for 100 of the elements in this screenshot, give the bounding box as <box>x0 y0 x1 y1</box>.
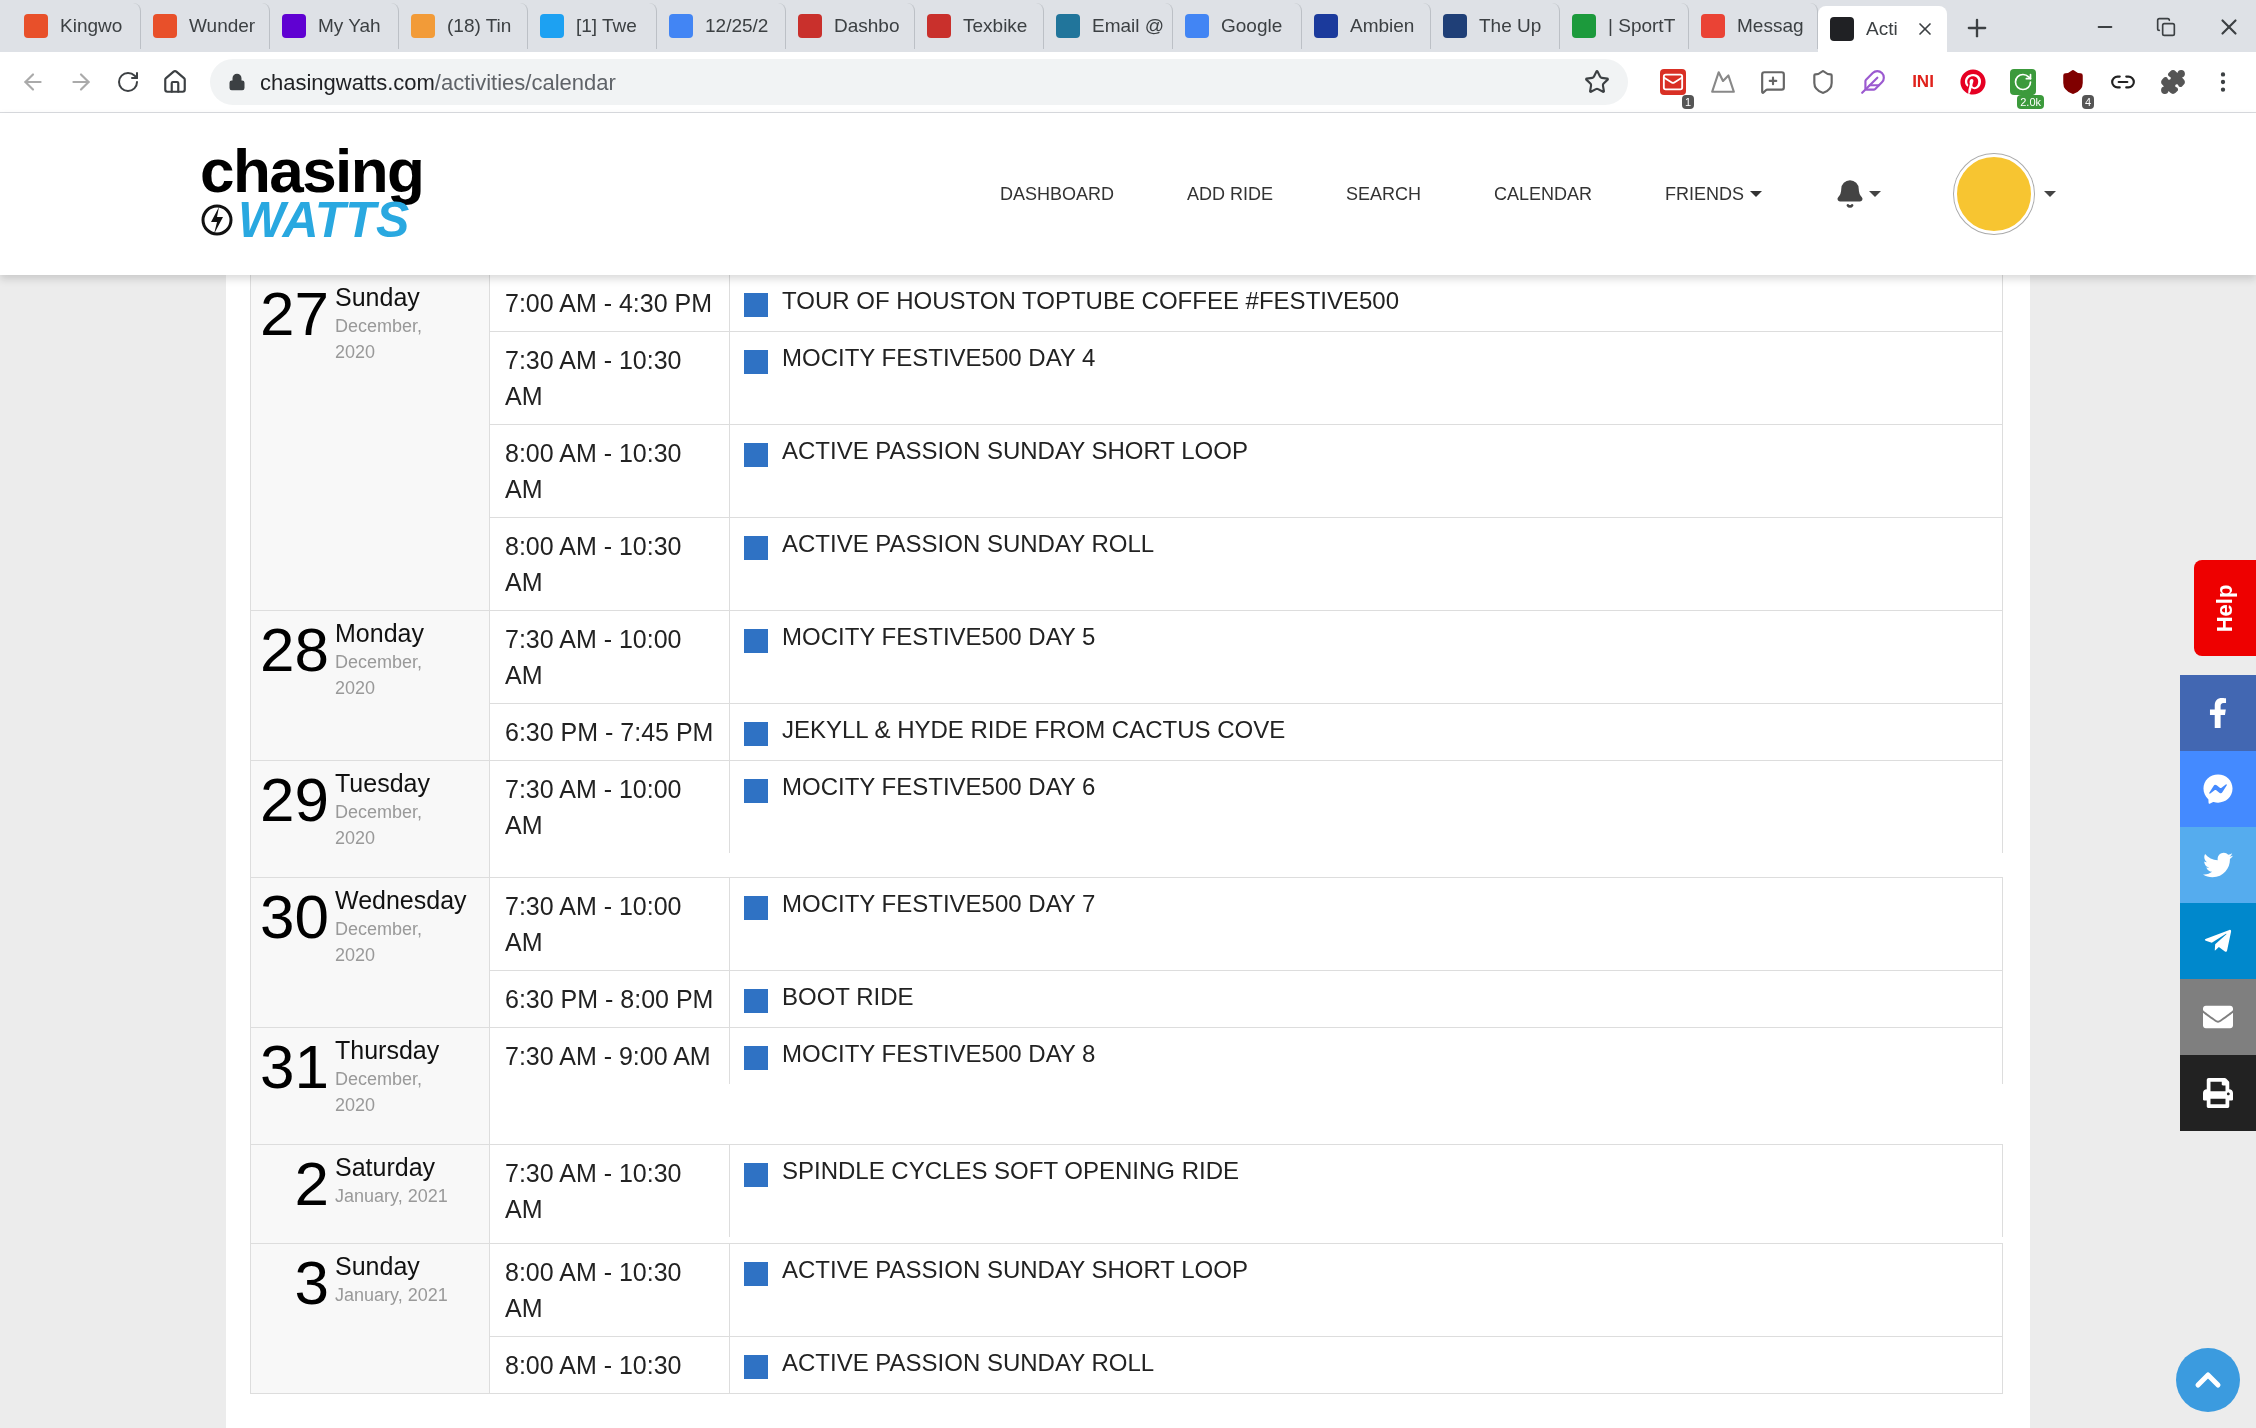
reload-icon[interactable] <box>116 70 140 94</box>
extension-badge: 2.0k <box>2017 95 2044 109</box>
feather-icon[interactable] <box>1860 69 1886 95</box>
event-title[interactable]: ACTIVE PASSION SUNDAY SHORT LOOP <box>782 435 1248 467</box>
email-share-button[interactable] <box>2180 979 2256 1055</box>
tab-title: The Up <box>1479 13 1542 38</box>
caret-icon <box>2044 191 2056 197</box>
month-year: December, 2020 <box>335 651 424 700</box>
event-title[interactable]: JEKYLL & HYDE RIDE FROM CACTUS COVE <box>782 714 1286 746</box>
time-cell: 8:00 AM - 10:30 AM <box>490 1244 730 1336</box>
extension-badge: 4 <box>2081 95 2094 109</box>
event-marker <box>744 779 768 803</box>
day-number: 28 <box>259 617 330 683</box>
restore-icon[interactable] <box>2156 17 2176 37</box>
browser-tab[interactable]: Acti <box>1818 6 1947 52</box>
month-year: January, 2021 <box>335 1185 449 1208</box>
event-marker <box>744 1163 768 1187</box>
month-year: December, 2020 <box>335 918 424 967</box>
month-year: December, 2020 <box>335 1068 424 1117</box>
browser-tab[interactable]: | SportT <box>1560 3 1689 49</box>
nav-link[interactable]: CALENDAR <box>1493 180 1592 208</box>
mail-icon[interactable] <box>1660 69 1686 95</box>
event-title[interactable]: BOOT RIDE <box>782 981 914 1013</box>
browser-tab[interactable]: Kingwo <box>12 3 141 49</box>
caret-icon <box>1869 191 1881 197</box>
day-number: 30 <box>259 884 330 950</box>
shield-icon[interactable] <box>2060 69 2086 95</box>
event-title[interactable]: MOCITY FESTIVE500 DAY 4 <box>782 342 1096 374</box>
day-number: 3 <box>293 1250 330 1316</box>
browser-tab[interactable]: Ambien <box>1302 3 1431 49</box>
facebook-share-button[interactable] <box>2180 675 2256 751</box>
logo[interactable]: chasing WATTS <box>200 145 424 243</box>
pinterest-icon[interactable] <box>1960 69 1986 95</box>
mountain-icon[interactable] <box>1710 69 1736 95</box>
messenger-share-button[interactable] <box>2180 751 2256 827</box>
event-title[interactable]: MOCITY FESTIVE500 DAY 5 <box>782 621 1096 653</box>
extensions-icon[interactable] <box>2160 69 2186 95</box>
browser-tab[interactable]: Email @ <box>1044 3 1173 49</box>
telegram-share-button[interactable] <box>2180 903 2256 979</box>
event-marker <box>744 1046 768 1070</box>
weekday: Tuesday <box>335 768 430 799</box>
extension-label[interactable]: INI <box>1910 69 1936 95</box>
event-title[interactable]: MOCITY FESTIVE500 DAY 7 <box>782 888 1096 920</box>
day-number: 31 <box>259 1034 330 1100</box>
tab-title: Ambien <box>1350 13 1415 38</box>
event-title[interactable]: TOUR OF HOUSTON TOPTUBE COFFEE #FESTIVE500 <box>782 285 1399 317</box>
weekday: Saturday <box>335 1152 436 1183</box>
day-number: 27 <box>259 281 330 347</box>
time-cell: 7:30 AM - 10:00 AM <box>490 611 730 703</box>
event-title[interactable]: ACTIVE PASSION SUNDAY ROLL <box>782 528 1155 560</box>
refresh-icon[interactable] <box>2010 69 2036 95</box>
browser-tab[interactable]: My Yah <box>270 3 399 49</box>
bell-icon <box>1835 179 1865 209</box>
time-cell: 8:00 AM - 10:30 AM <box>490 518 730 610</box>
tab-title: Dashbo <box>834 13 900 38</box>
notifications-button[interactable] <box>1835 179 1881 209</box>
browser-tab[interactable]: Google <box>1173 3 1302 49</box>
weekday: Thursday <box>335 1035 440 1066</box>
printer-icon <box>2203 1078 2233 1108</box>
lock-icon <box>228 73 246 91</box>
nav-dropdown[interactable]: FRIENDS <box>1665 180 1762 208</box>
event-title[interactable]: MOCITY FESTIVE500 DAY 6 <box>782 771 1096 803</box>
event-marker <box>744 293 768 317</box>
browser-tab[interactable]: Messag <box>1689 3 1818 49</box>
browser-tab[interactable]: The Up <box>1431 3 1560 49</box>
bookmark-star-icon[interactable] <box>1584 69 1610 95</box>
browser-tab[interactable]: Dashbo <box>786 3 915 49</box>
nav-link[interactable]: ADD RIDE <box>1186 180 1273 208</box>
browser-tab[interactable]: 12/25/2 <box>657 3 786 49</box>
browser-tab[interactable]: Wunder <box>141 3 270 49</box>
event-marker <box>744 350 768 374</box>
time-cell: 6:30 PM - 8:00 PM <box>490 971 730 1027</box>
comment-icon[interactable] <box>1760 69 1786 95</box>
event-title[interactable]: MOCITY FESTIVE500 DAY 8 <box>782 1038 1096 1070</box>
nav-link[interactable]: SEARCH <box>1345 180 1421 208</box>
weekday: Sunday <box>335 282 420 313</box>
browser-tab[interactable]: (18) Tin <box>399 3 528 49</box>
help-tab[interactable]: Help <box>2194 560 2256 656</box>
day-number: 2 <box>293 1151 330 1217</box>
time-cell: 8:00 AM - 10:30 AM <box>490 425 730 517</box>
nav-link[interactable]: DASHBOARD <box>999 180 1114 208</box>
tab-title: Acti <box>1866 16 1898 41</box>
tab-title: (18) Tin <box>447 13 512 38</box>
event-title[interactable]: ACTIVE PASSION SUNDAY ROLL <box>782 1347 1155 1379</box>
print-button[interactable] <box>2180 1055 2256 1131</box>
month-year: December, 2020 <box>335 315 424 364</box>
event-marker <box>744 536 768 560</box>
tab-title: Wunder <box>189 13 256 38</box>
tab-title: My Yah <box>318 13 381 38</box>
twitter-icon <box>2203 850 2233 880</box>
event-marker <box>744 443 768 467</box>
month-year: January, 2021 <box>335 1284 449 1307</box>
browser-tab[interactable]: Texbike <box>915 3 1044 49</box>
event-title[interactable]: SPINDLE CYCLES SOFT OPENING RIDE <box>782 1155 1239 1187</box>
tab-title: 12/25/2 <box>705 13 769 38</box>
weekday: Wednesday <box>335 885 467 916</box>
home-icon[interactable] <box>162 69 188 95</box>
browser-tab[interactable]: [1] Twe <box>528 3 657 49</box>
event-title[interactable]: ACTIVE PASSION SUNDAY SHORT LOOP <box>782 1254 1248 1286</box>
address-bar[interactable]: chasingwatts.com/activities/calendar <box>210 59 1628 105</box>
